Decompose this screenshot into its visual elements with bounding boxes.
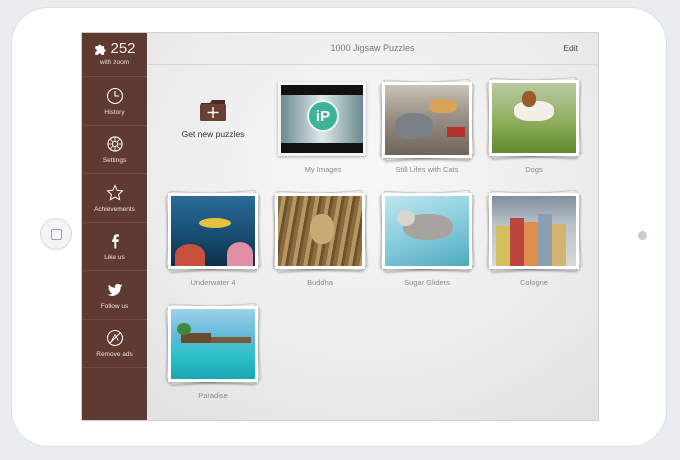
get-new-puzzles-label: Get new puzzles [181, 129, 245, 139]
sidebar-item-like-us[interactable]: Like us [82, 223, 147, 271]
cats-thumbnail [382, 82, 472, 158]
tile-underwater-4[interactable] [165, 189, 261, 273]
cologne-thumbnail [489, 193, 579, 269]
edit-button[interactable]: Edit [563, 43, 578, 53]
tile-cologne[interactable] [486, 189, 582, 273]
sidebar-item-label: Achievements [94, 205, 135, 213]
buddha-thumbnail [275, 193, 365, 269]
sugar-gliders-thumbnail [382, 193, 472, 269]
sidebar-item-label: Remove ads [96, 351, 133, 359]
tile-label: Paradise [198, 391, 228, 400]
tile-label: Dogs [525, 165, 543, 174]
plus-box-icon [200, 100, 226, 121]
camera-dot [638, 231, 647, 240]
score-subtitle: with zoom [99, 59, 130, 66]
no-ads-icon [106, 330, 123, 347]
sidebar-item-follow-us[interactable]: Follow us [82, 271, 147, 320]
tile-still-lifes-with-cats[interactable] [379, 78, 475, 162]
page-title: 1000 Jigsaw Puzzles [330, 43, 415, 53]
puzzle-piece-icon [95, 44, 107, 55]
sidebar: 252 with zoom History Settings Achieveme… [82, 33, 147, 420]
clock-icon [106, 87, 123, 104]
score-value: 252 [110, 40, 136, 57]
sidebar-item-label: Settings [102, 157, 127, 165]
gear-icon [106, 136, 123, 152]
sidebar-item-label: History [104, 108, 125, 116]
ip-logo-icon: iP [307, 100, 339, 132]
sidebar-item-history[interactable]: History [82, 77, 147, 126]
paradise-thumbnail [168, 306, 258, 382]
tile-sugar-gliders[interactable] [379, 189, 475, 273]
top-bar: 1000 Jigsaw Puzzles Edit [147, 33, 598, 65]
tile-dogs[interactable] [486, 76, 582, 160]
home-button[interactable] [40, 218, 72, 250]
sidebar-item-remove-ads[interactable]: Remove ads [82, 320, 147, 368]
home-square-icon [50, 228, 62, 240]
sidebar-item-settings[interactable]: Settings [82, 126, 147, 174]
star-icon [105, 184, 124, 201]
score-panel[interactable]: 252 with zoom [82, 33, 147, 77]
tile-label: Cologne [520, 278, 548, 287]
underwater-thumbnail [168, 193, 258, 269]
tile-my-images[interactable]: iP [278, 82, 366, 156]
sidebar-item-achievements[interactable]: Achievements [82, 174, 147, 223]
sidebar-item-label: Follow us [100, 302, 129, 310]
tile-buddha[interactable] [272, 189, 368, 273]
my-images-thumbnail: iP [278, 82, 366, 156]
dogs-thumbnail [489, 80, 579, 156]
get-new-puzzles-button[interactable]: Get new puzzles [178, 97, 248, 139]
sidebar-item-label: Like us [104, 254, 125, 262]
facebook-icon [111, 234, 119, 249]
twitter-icon [107, 283, 122, 296]
tile-paradise[interactable] [165, 302, 261, 386]
app-screen: 252 with zoom History Settings Achieveme… [81, 32, 599, 421]
